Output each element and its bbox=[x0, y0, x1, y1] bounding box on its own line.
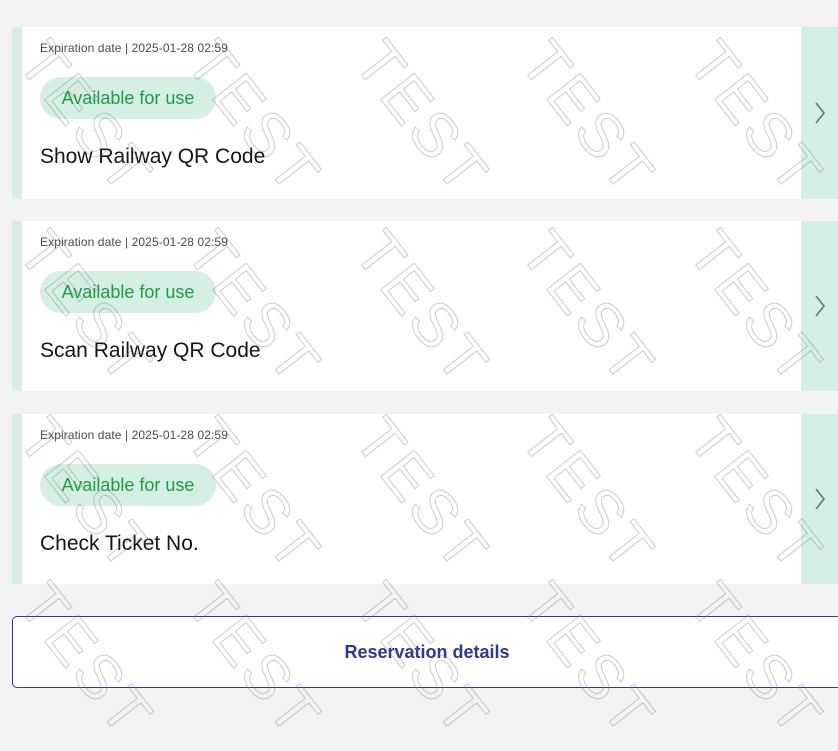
ticket-title: Show Railway QR Code bbox=[40, 145, 266, 168]
chevron-right-icon bbox=[815, 295, 826, 317]
chevron-right-icon bbox=[815, 488, 826, 510]
chevron-right-icon bbox=[815, 102, 826, 124]
ticket-card-check-ticket[interactable]: Expiration date | 2025-01-28 02:59 Avail… bbox=[12, 414, 838, 584]
expiration-date: Expiration date | 2025-01-28 02:59 bbox=[40, 41, 228, 55]
expiration-date: Expiration date | 2025-01-28 02:59 bbox=[40, 428, 228, 442]
expiration-date: Expiration date | 2025-01-28 02:59 bbox=[40, 235, 228, 249]
reservation-details-button[interactable]: Reservation details bbox=[12, 616, 838, 688]
card-arrow-panel[interactable] bbox=[801, 414, 838, 584]
ticket-card-scan-qr[interactable]: Expiration date | 2025-01-28 02:59 Avail… bbox=[12, 221, 838, 391]
screen: Expiration date | 2025-01-28 02:59 Avail… bbox=[0, 0, 838, 751]
status-badge: Available for use bbox=[40, 464, 216, 506]
ticket-title: Scan Railway QR Code bbox=[40, 339, 261, 362]
status-badge: Available for use bbox=[40, 77, 216, 119]
ticket-title: Check Ticket No. bbox=[40, 532, 199, 555]
card-arrow-panel[interactable] bbox=[801, 221, 838, 391]
card-arrow-panel[interactable] bbox=[801, 27, 838, 199]
ticket-card-show-qr[interactable]: Expiration date | 2025-01-28 02:59 Avail… bbox=[12, 27, 838, 199]
status-badge: Available for use bbox=[40, 271, 216, 313]
